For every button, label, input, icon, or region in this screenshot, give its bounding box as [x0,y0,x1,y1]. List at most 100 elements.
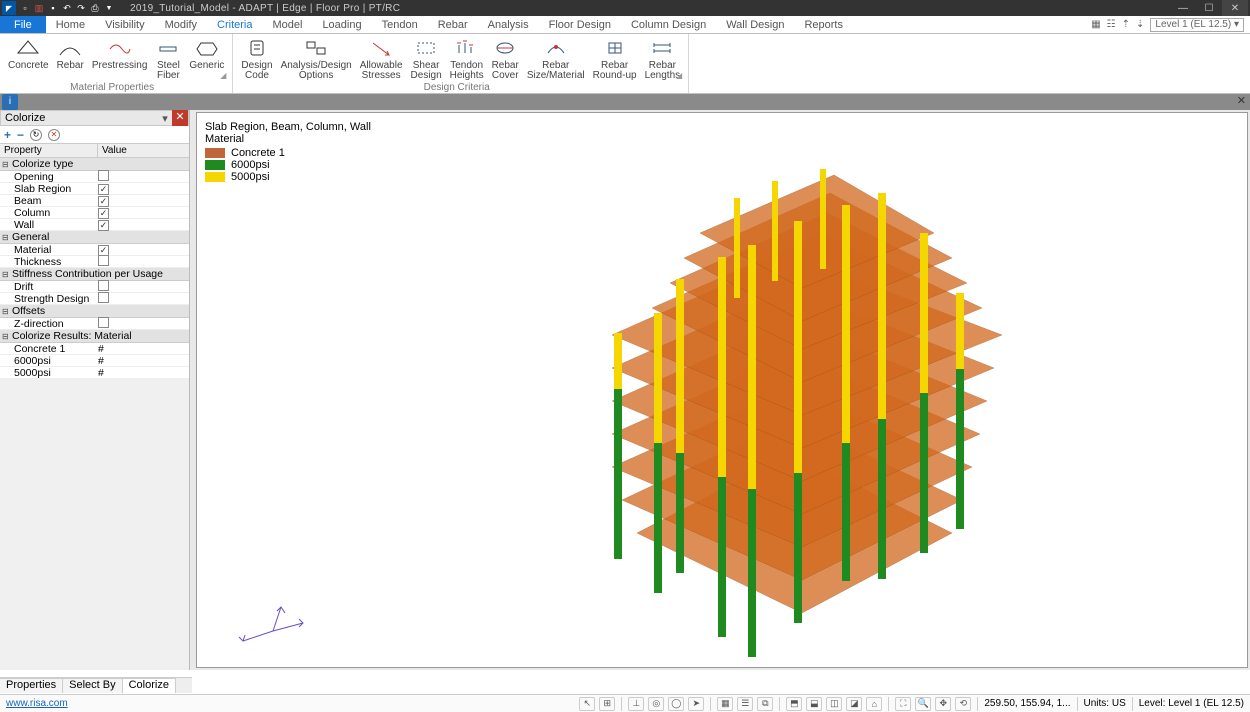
undo-icon[interactable]: ↶ [60,1,74,15]
tab-loading[interactable]: Loading [312,16,371,33]
clear-icon[interactable]: ✕ [48,129,60,141]
sb-layers2-icon[interactable]: ⧉ [757,697,773,711]
btn-generic[interactable]: Generic [185,36,228,72]
dialog-launcher-icon[interactable]: ◢ [676,71,682,83]
tab-model[interactable]: Model [262,16,312,33]
btn-analysis-options[interactable]: Analysis/Design Options [277,36,356,82]
sb-layers-icon[interactable]: ☰ [737,697,753,711]
tab-criteria[interactable]: Criteria [207,16,262,33]
app-icon[interactable]: ◤ [2,1,16,15]
tab-modify[interactable]: Modify [155,16,207,33]
section-header[interactable]: ⊟Colorize Results: Material [0,330,189,343]
open-icon[interactable]: ▥ [32,1,46,15]
close-button[interactable]: ✕ [1222,0,1248,16]
refresh-icon[interactable]: ↻ [30,129,42,141]
tab-column-design[interactable]: Column Design [621,16,716,33]
sb-arrow-icon[interactable]: ➤ [688,697,704,711]
qat-dropdown-icon[interactable]: ▼ [102,1,116,15]
sb-side-icon[interactable]: ◫ [826,697,842,711]
property-row[interactable]: Opening [0,171,189,183]
tab-home[interactable]: Home [46,16,95,33]
sb-pan-icon[interactable]: ✥ [935,697,951,711]
sb-iso-icon[interactable]: ◪ [846,697,862,711]
sb-home-icon[interactable]: ⌂ [866,697,882,711]
btn-design-code[interactable]: Design Code [237,36,276,82]
sb-zoomwin-icon[interactable]: 🔍 [915,697,931,711]
print-icon[interactable]: ⎙ [88,1,102,15]
panel-close-icon[interactable]: ✕ [172,110,188,126]
info-icon[interactable]: i [2,94,18,110]
risa-link[interactable]: www.risa.com [0,698,68,709]
property-row[interactable]: Wall [0,219,189,231]
btn-prestressing[interactable]: Prestressing [88,36,152,72]
up-icon[interactable]: ⇡ [1122,19,1130,30]
sb-top-icon[interactable]: ⬒ [786,697,802,711]
tab-wall-design[interactable]: Wall Design [716,16,794,33]
save-icon[interactable]: ▪ [46,1,60,15]
section-header[interactable]: ⊟Offsets [0,305,189,318]
property-row[interactable]: Z-direction [0,318,189,330]
sb-level[interactable]: Level: Level 1 (EL 12.5) [1139,698,1244,709]
btn-rebar[interactable]: Rebar [53,36,88,72]
maximize-button[interactable]: ☐ [1196,0,1222,16]
add-icon[interactable]: + [4,128,11,142]
section-header[interactable]: ⊟General [0,231,189,244]
section-header[interactable]: ⊟Colorize type [0,158,189,171]
btn-rebar-cover[interactable]: Rebar Cover [488,36,523,82]
new-icon[interactable]: ▫ [18,1,32,15]
sb-rotate-icon[interactable]: ⟲ [955,697,971,711]
checkbox[interactable] [98,184,109,195]
btn-rebar-roundup[interactable]: Rebar Round-up [589,36,641,82]
tab-tendon[interactable]: Tendon [372,16,428,33]
tree-icon[interactable]: ☷ [1107,19,1116,30]
minimize-button[interactable]: — [1170,0,1196,16]
viewport[interactable]: Slab Region, Beam, Column, Wall Material… [196,112,1248,668]
sb-zoomext-icon[interactable]: ⛶ [895,697,911,711]
property-row[interactable]: Column [0,207,189,219]
level-combo[interactable]: Level 1 (EL 12.5) ▾ [1150,18,1244,32]
checkbox[interactable] [98,280,109,291]
btn-allowable-stresses[interactable]: Allowable Stresses [356,36,407,82]
sb-ortho-icon[interactable]: ⊥ [628,697,644,711]
panel-tab-properties[interactable]: Properties [0,678,63,693]
checkbox[interactable] [98,292,109,303]
btn-tendon-heights[interactable]: Tendon Heights [446,36,488,82]
sb-units[interactable]: Units: US [1084,698,1126,709]
pin-icon[interactable]: ▾ [158,112,172,125]
sb-grid-icon[interactable]: ▦ [717,697,733,711]
property-row[interactable]: Beam [0,195,189,207]
sb-circle-icon[interactable]: ◯ [668,697,684,711]
section-header[interactable]: ⊟Stiffness Contribution per Usage [0,268,189,281]
sb-front-icon[interactable]: ⬓ [806,697,822,711]
checkbox[interactable] [98,317,109,328]
tab-analysis[interactable]: Analysis [478,16,539,33]
checkbox[interactable] [98,208,109,219]
panel-tab-selectby[interactable]: Select By [63,678,122,693]
property-row[interactable]: Concrete 1# [0,343,189,355]
btn-shear-design[interactable]: Shear Design [407,36,446,82]
sb-snap-icon[interactable]: ⊞ [599,697,615,711]
sb-target-icon[interactable]: ◎ [648,697,664,711]
property-row[interactable]: 5000psi# [0,367,189,379]
btn-rebar-size[interactable]: Rebar Size/Material [523,36,589,82]
checkbox[interactable] [98,220,109,231]
property-row[interactable]: Slab Region [0,183,189,195]
btn-steel-fiber[interactable]: Steel Fiber [151,36,185,82]
property-row[interactable]: 6000psi# [0,355,189,367]
checkbox[interactable] [98,170,109,181]
tab-file[interactable]: File [0,16,46,33]
tab-visibility[interactable]: Visibility [95,16,155,33]
property-row[interactable]: Material [0,244,189,256]
property-row[interactable]: Thickness [0,256,189,268]
info-close-icon[interactable]: ✕ [1237,94,1246,107]
sb-cursor-icon[interactable]: ↖ [579,697,595,711]
down-icon[interactable]: ⇣ [1136,19,1144,30]
btn-concrete[interactable]: Concrete [4,36,53,72]
tab-reports[interactable]: Reports [794,16,853,33]
remove-icon[interactable]: − [17,128,24,142]
dialog-launcher-icon[interactable]: ◢ [220,71,226,83]
redo-icon[interactable]: ↷ [74,1,88,15]
tab-floor-design[interactable]: Floor Design [539,16,621,33]
align-icon[interactable]: ▦ [1091,19,1100,30]
property-row[interactable]: Strength Design [0,293,189,305]
